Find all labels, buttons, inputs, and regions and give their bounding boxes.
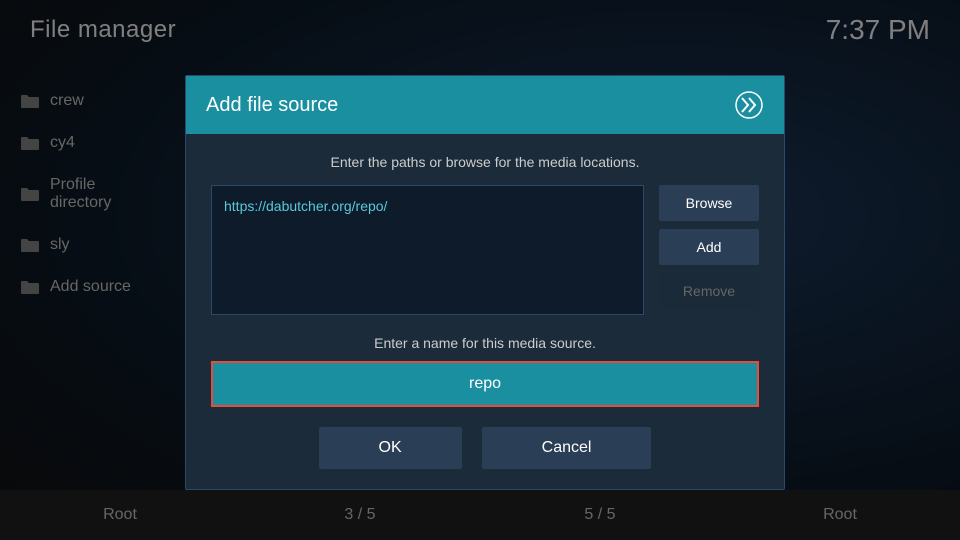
paths-buttons: Browse Add Remove	[659, 185, 759, 315]
kodi-logo-icon	[734, 90, 764, 120]
name-input-value: repo	[469, 375, 501, 392]
browse-button[interactable]: Browse	[659, 185, 759, 221]
add-file-source-dialog: Add file source Enter the paths or brows…	[185, 75, 785, 490]
dialog-actions: OK Cancel	[211, 427, 759, 469]
paths-section: https://dabutcher.org/repo/ Browse Add R…	[211, 185, 759, 315]
dialog-body: Enter the paths or browse for the media …	[186, 134, 784, 489]
cancel-button[interactable]: Cancel	[482, 427, 652, 469]
ok-button[interactable]: OK	[319, 427, 462, 469]
paths-list: https://dabutcher.org/repo/	[211, 185, 644, 315]
name-input[interactable]: repo	[211, 361, 759, 407]
dialog-subtitle: Enter the paths or browse for the media …	[211, 154, 759, 170]
dialog-title: Add file source	[206, 94, 338, 117]
path-entry: https://dabutcher.org/repo/	[224, 198, 387, 214]
dialog-header: Add file source	[186, 76, 784, 134]
remove-button: Remove	[659, 273, 759, 309]
name-label: Enter a name for this media source.	[211, 335, 759, 351]
add-button[interactable]: Add	[659, 229, 759, 265]
